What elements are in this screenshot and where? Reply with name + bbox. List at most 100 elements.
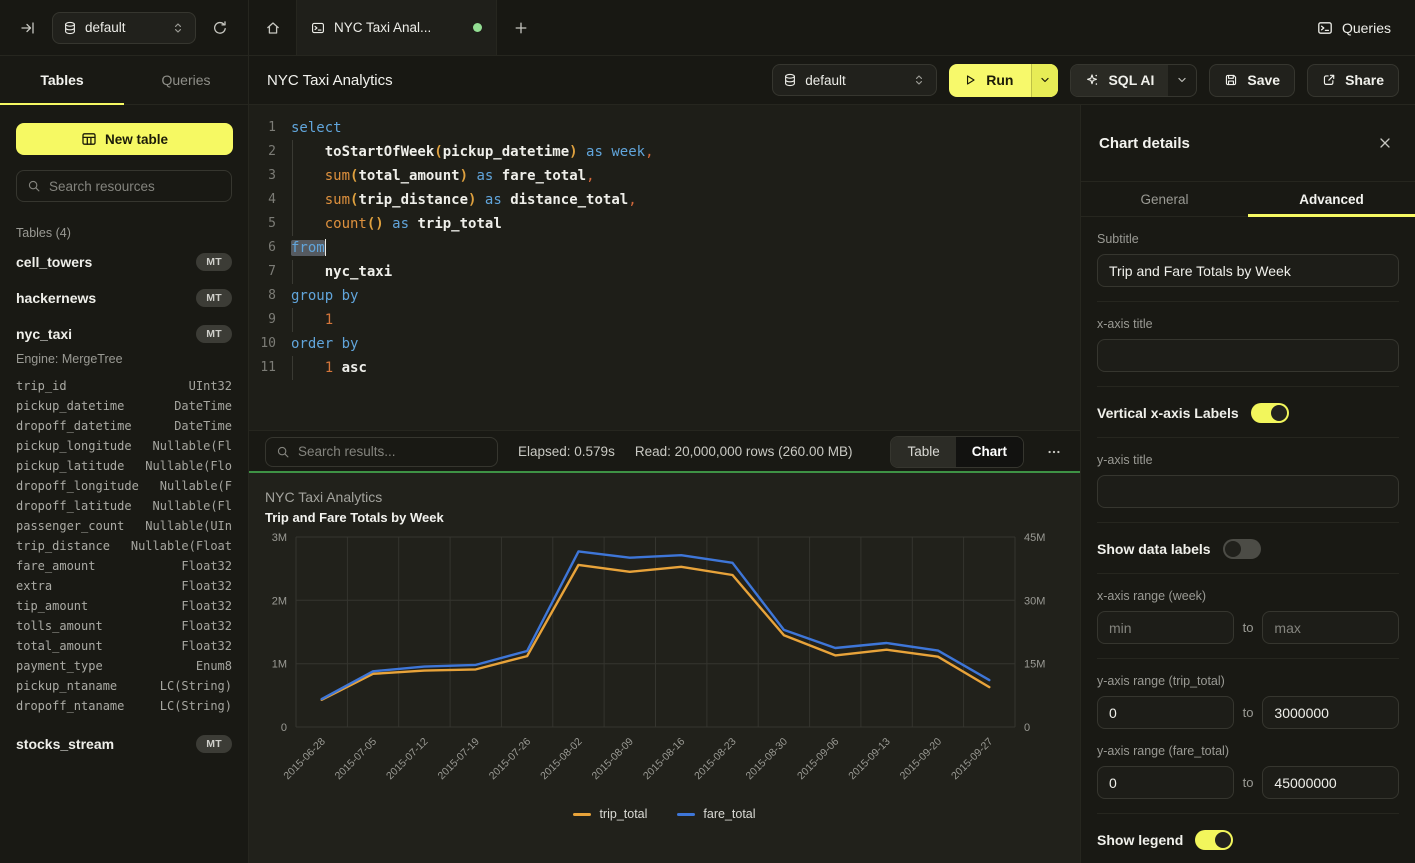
run-button-group: Run xyxy=(949,64,1058,97)
query-tab-title: NYC Taxi Anal... xyxy=(334,20,431,35)
line-number: 7 xyxy=(249,260,291,284)
y-axis-title-field-group: y-axis title xyxy=(1097,453,1399,523)
legend-item-trip_total[interactable]: trip_total xyxy=(573,807,647,821)
svg-text:2015-07-19: 2015-07-19 xyxy=(435,736,482,783)
resource-search xyxy=(16,170,232,202)
chevron-down-icon xyxy=(1175,73,1189,87)
indent-guide xyxy=(292,260,293,284)
chevron-down-icon xyxy=(1038,73,1052,87)
query-tab-nyc-taxi[interactable]: NYC Taxi Anal... xyxy=(297,0,497,55)
sidebar-tab-queries[interactable]: Queries xyxy=(124,56,248,104)
column-row: extraFloat32 xyxy=(16,576,232,596)
y-axis-title-input[interactable] xyxy=(1097,475,1399,508)
sidebar: Tables Queries New table Tables (4) cell… xyxy=(0,56,249,863)
vertical-x-labels-toggle[interactable] xyxy=(1251,403,1289,423)
legend-item-fare_total[interactable]: fare_total xyxy=(677,807,755,821)
editor-line: 9 1 xyxy=(249,308,1080,332)
engine-badge: MT xyxy=(196,735,232,753)
database-selector[interactable]: default xyxy=(52,12,196,44)
x-axis-range-min-input[interactable] xyxy=(1097,611,1234,644)
queries-button[interactable]: Queries xyxy=(1317,20,1391,36)
sql-ai-button[interactable]: SQL AI xyxy=(1071,65,1168,96)
home-icon xyxy=(265,20,281,36)
chevron-updown-icon xyxy=(912,73,926,87)
sidebar-table-cell_towers[interactable]: cell_towersMT xyxy=(0,244,248,280)
share-icon xyxy=(1322,73,1336,87)
subtitle-input[interactable] xyxy=(1097,254,1399,287)
column-row: trip_idUInt32 xyxy=(16,376,232,396)
svg-text:1M: 1M xyxy=(272,659,287,671)
y-axis-range-trip-min-input[interactable] xyxy=(1097,696,1234,729)
editor-line: 4 sum(trip_distance) as distance_total, xyxy=(249,188,1080,212)
refresh-button[interactable] xyxy=(208,16,232,40)
resource-search-input[interactable] xyxy=(49,179,221,194)
svg-text:45M: 45M xyxy=(1024,532,1045,544)
results-more-button[interactable] xyxy=(1044,442,1064,462)
play-icon xyxy=(963,73,977,87)
topbar-left: default xyxy=(0,0,249,55)
close-panel-button[interactable] xyxy=(1373,131,1397,155)
close-icon xyxy=(1377,135,1393,151)
editor-line: 1select xyxy=(249,116,1080,140)
run-button[interactable]: Run xyxy=(949,64,1031,97)
new-table-button[interactable]: New table xyxy=(16,123,233,155)
editor-line: 5 count() as trip_total xyxy=(249,212,1080,236)
tables-list: cell_towersMThackernewsMTnyc_taxiMTEngin… xyxy=(0,244,248,762)
show-data-labels-toggle[interactable] xyxy=(1223,539,1261,559)
line-number: 4 xyxy=(249,188,291,212)
range-to-label: to xyxy=(1243,705,1254,720)
y-axis-range-fare-min-input[interactable] xyxy=(1097,766,1234,799)
y-axis-range-fare-max-input[interactable] xyxy=(1262,766,1399,799)
view-toggle-chart[interactable]: Chart xyxy=(956,437,1023,467)
tables-section-title: Tables (4) xyxy=(16,226,232,240)
run-options-button[interactable] xyxy=(1031,64,1058,97)
view-toggle-table[interactable]: Table xyxy=(891,437,955,467)
sparkle-icon xyxy=(1085,73,1099,87)
sql-ai-options-button[interactable] xyxy=(1168,65,1196,96)
sql-editor[interactable]: 1select2 toStartOfWeek(pickup_datetime) … xyxy=(249,105,1080,430)
legend-swatch xyxy=(677,813,695,816)
save-button-label: Save xyxy=(1247,72,1280,88)
sidebar-table-hackernews[interactable]: hackernewsMT xyxy=(0,280,248,316)
save-button[interactable]: Save xyxy=(1209,64,1295,97)
show-legend-toggle[interactable] xyxy=(1195,830,1233,850)
home-button[interactable] xyxy=(249,0,297,55)
new-tab-button[interactable] xyxy=(497,0,545,55)
x-axis-range-max-input[interactable] xyxy=(1262,611,1399,644)
table-name: hackernews xyxy=(16,290,96,306)
top-bar: default NYC Taxi Anal... Queries xyxy=(0,0,1415,56)
indent-guide xyxy=(292,164,293,188)
database-icon xyxy=(783,73,797,87)
share-button[interactable]: Share xyxy=(1307,64,1399,97)
database-selector-value: default xyxy=(85,20,126,35)
editor-line: 10order by xyxy=(249,332,1080,356)
table-name: stocks_stream xyxy=(16,736,114,752)
line-number: 9 xyxy=(249,308,291,332)
y-axis-range-trip-max-input[interactable] xyxy=(1262,696,1399,729)
search-icon xyxy=(27,179,41,193)
line-number: 2 xyxy=(249,140,291,164)
chart-title: NYC Taxi Analytics xyxy=(265,489,382,505)
tab-advanced[interactable]: Advanced xyxy=(1248,182,1415,216)
elapsed-stat: Elapsed: 0.579s xyxy=(518,444,615,459)
text-cursor xyxy=(325,239,327,256)
column-row: dropoff_longitudeNullable(F xyxy=(16,476,232,496)
results-search-input[interactable] xyxy=(298,444,487,459)
chart-details-title: Chart details xyxy=(1099,135,1190,152)
sidebar-tab-tables[interactable]: Tables xyxy=(0,56,124,104)
toolbar-database-selector[interactable]: default xyxy=(772,64,937,96)
refresh-icon xyxy=(212,20,228,36)
x-axis-range-label: x-axis range (week) xyxy=(1097,589,1399,603)
line-number: 10 xyxy=(249,332,291,356)
sidebar-table-stocks_stream[interactable]: stocks_stream MT xyxy=(0,726,248,762)
chart-details-header: Chart details xyxy=(1081,105,1415,182)
vertical-x-labels-group: Vertical x-axis Labels xyxy=(1097,387,1399,438)
x-axis-title-label: x-axis title xyxy=(1097,317,1399,331)
editor-line: 8group by xyxy=(249,284,1080,308)
collapse-sidebar-button[interactable] xyxy=(16,16,40,40)
x-axis-title-input[interactable] xyxy=(1097,339,1399,372)
table-name: cell_towers xyxy=(16,254,92,270)
tab-general[interactable]: General xyxy=(1081,182,1248,216)
sidebar-table-nyc_taxi[interactable]: nyc_taxiMT xyxy=(0,316,248,352)
indent-guide xyxy=(292,140,293,164)
